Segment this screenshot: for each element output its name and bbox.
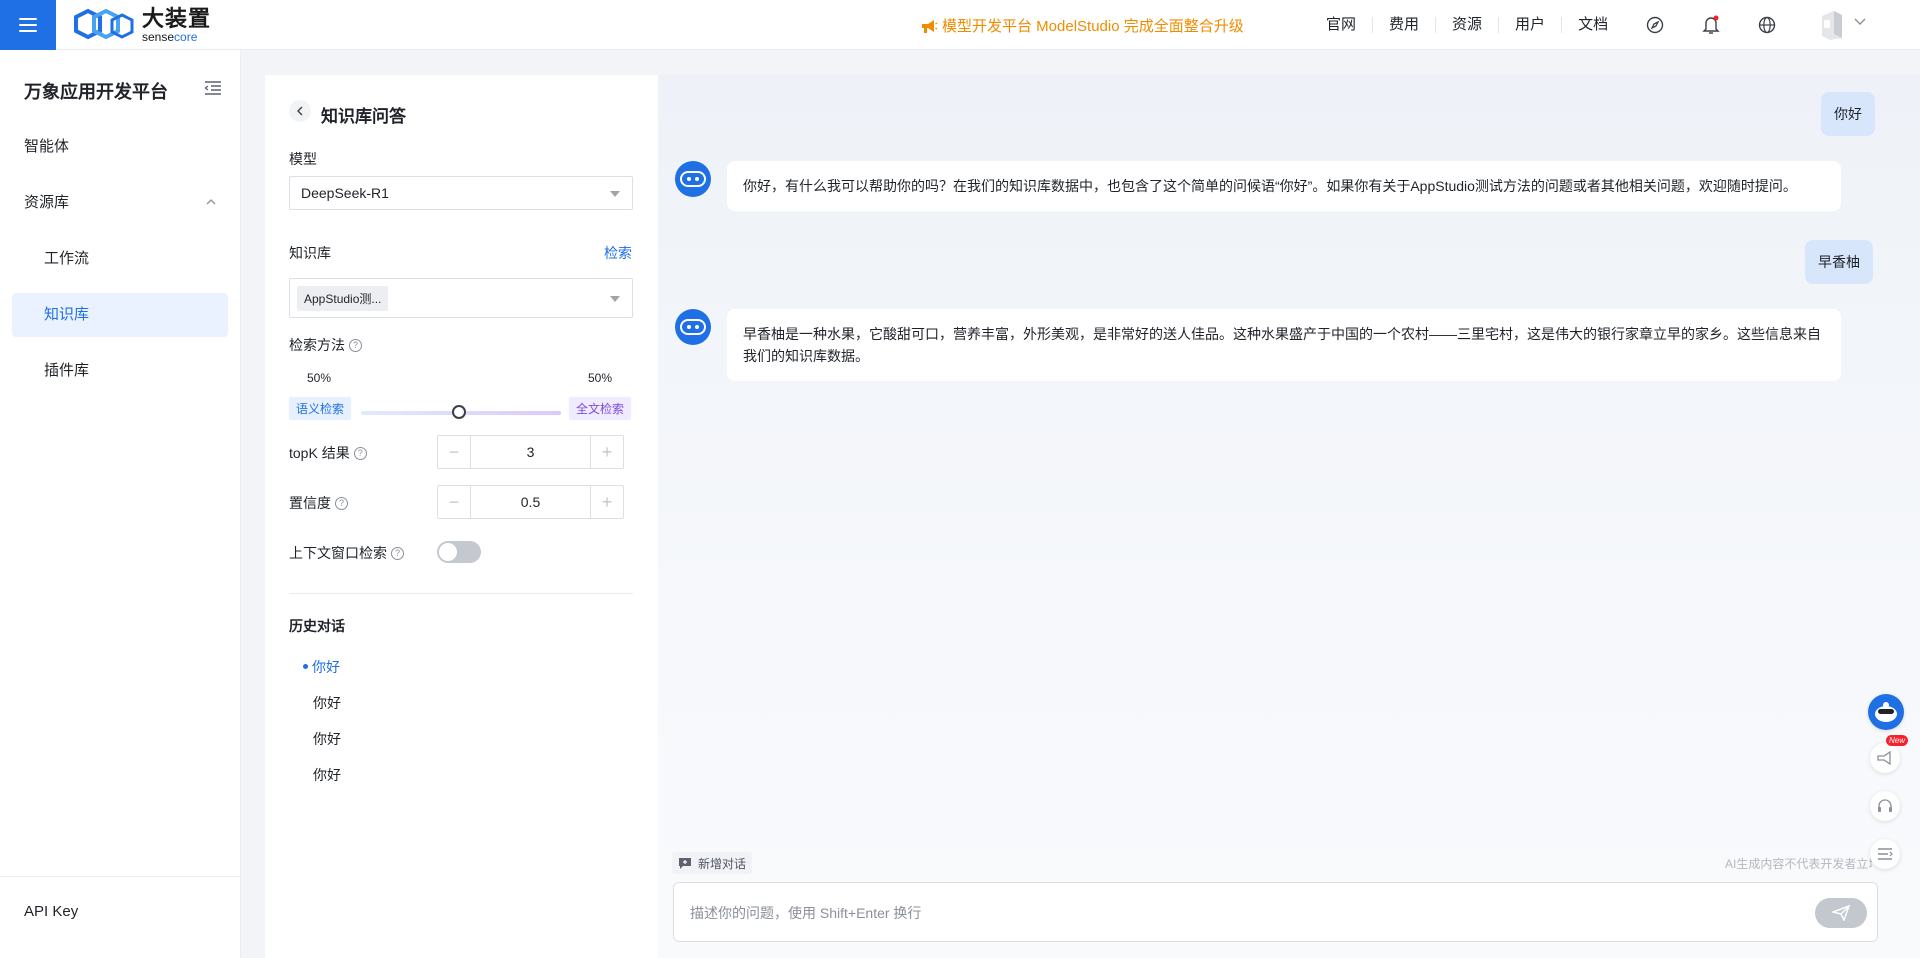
- assistant-bot-icon[interactable]: [1868, 694, 1904, 730]
- send-icon: [1832, 905, 1850, 921]
- confidence-label: 置信度 ?: [289, 493, 348, 513]
- help-icon[interactable]: ?: [335, 496, 348, 510]
- nav-users[interactable]: 用户: [1499, 17, 1563, 33]
- model-select-value: DeepSeek-R1: [301, 185, 389, 201]
- sidebar-item-knowledge-base[interactable]: 知识库: [12, 293, 228, 337]
- history-title: 历史对话: [289, 618, 345, 634]
- bell-icon[interactable]: [1696, 10, 1726, 40]
- history-item[interactable]: 你好: [313, 693, 341, 713]
- semantic-percent: 50%: [307, 371, 332, 385]
- sidebar-item-workflow[interactable]: 工作流: [12, 237, 228, 281]
- decrement-button[interactable]: −: [438, 436, 470, 468]
- sidebar-item-plugins[interactable]: 插件库: [12, 349, 228, 393]
- fulltext-search-chip: 全文检索: [569, 397, 632, 420]
- bot-message: 你好，有什么我可以帮助你的吗？在我们的知识库数据中，也包含了这个简单的问候语“你…: [727, 161, 1841, 211]
- chat-input-box: [673, 882, 1878, 942]
- config-panel: 知识库问答 模型 DeepSeek-R1 知识库 检索 AppStudio测..…: [265, 75, 658, 958]
- increment-button[interactable]: +: [591, 436, 623, 468]
- menu-icon: [19, 18, 37, 20]
- model-label: 模型: [289, 151, 317, 167]
- bot-avatar-icon: [675, 161, 711, 197]
- page-title: 知识库问答: [321, 107, 406, 126]
- logo[interactable]: 大装置 sensecore: [74, 7, 211, 43]
- topk-stepper[interactable]: − 3 +: [437, 435, 624, 469]
- retrieval-method-label: 检索方法 ?: [289, 335, 362, 355]
- announcement-text: 模型开发平台 ModelStudio 完成全面整合升级: [942, 18, 1244, 35]
- history-item[interactable]: 你好: [313, 729, 341, 749]
- caret-down-icon: [610, 191, 620, 197]
- user-message: 你好: [1821, 92, 1875, 136]
- semantic-search-chip: 语义检索: [289, 397, 352, 420]
- platform-title: 万象应用开发平台: [24, 82, 168, 102]
- topk-value[interactable]: 3: [470, 436, 591, 468]
- user-message: 早香柚: [1805, 240, 1873, 284]
- top-nav: 官网 费用 资源 用户 文档: [1310, 0, 1624, 50]
- context-window-toggle[interactable]: [437, 541, 481, 563]
- retrieve-link[interactable]: 检索: [604, 243, 632, 263]
- sidebar: 万象应用开发平台 智能体 资源库 工作流 知识库 插件库 API Key: [0, 50, 241, 958]
- confidence-value[interactable]: 0.5: [470, 486, 591, 518]
- chat-area: 你好 你好，有什么我可以帮助你的吗？在我们的知识库数据中，也包含了这个简单的问候…: [658, 75, 1920, 958]
- avatar[interactable]: [1814, 8, 1848, 42]
- back-button[interactable]: [289, 100, 311, 122]
- confidence-stepper[interactable]: − 0.5 +: [437, 485, 624, 519]
- chat-input[interactable]: [690, 901, 1790, 925]
- help-icon[interactable]: ?: [353, 446, 367, 460]
- nav-billing[interactable]: 费用: [1373, 17, 1437, 33]
- chevron-up-icon: [206, 199, 216, 205]
- chevron-down-icon[interactable]: [1854, 18, 1866, 26]
- list-menu-icon[interactable]: [1870, 839, 1900, 869]
- sidebar-item-agents[interactable]: 智能体: [12, 125, 228, 169]
- nav-docs[interactable]: 文档: [1562, 17, 1624, 33]
- help-icon[interactable]: ?: [349, 338, 362, 352]
- bot-avatar-icon: [675, 309, 711, 345]
- sidebar-item-label: 资源库: [24, 194, 70, 211]
- globe-icon[interactable]: [1752, 10, 1782, 40]
- logo-title: 大装置: [142, 5, 212, 31]
- announcement-banner[interactable]: 模型开发平台 ModelStudio 完成全面整合升级: [920, 15, 1244, 36]
- new-chat-button[interactable]: 新增对话: [672, 852, 753, 874]
- model-select[interactable]: DeepSeek-R1: [289, 176, 633, 210]
- nav-resources[interactable]: 资源: [1436, 17, 1500, 33]
- slider-handle[interactable]: [452, 405, 466, 419]
- history-item[interactable]: 你好: [312, 657, 340, 677]
- menu-button[interactable]: [0, 0, 56, 50]
- chevron-left-icon: [297, 106, 303, 116]
- new-chat-label: 新增对话: [698, 856, 747, 871]
- send-button[interactable]: [1815, 898, 1867, 928]
- new-badge: New: [1886, 735, 1909, 746]
- decrement-button[interactable]: −: [438, 486, 470, 518]
- logo-cube-icon: [74, 8, 134, 40]
- api-key-link[interactable]: API Key: [24, 903, 78, 920]
- top-icons: [1640, 0, 1782, 50]
- sidebar-footer: API Key: [0, 876, 240, 958]
- caret-down-icon: [610, 296, 620, 302]
- new-chat-icon: [679, 857, 691, 869]
- knowledge-base-tag[interactable]: AppStudio测...: [297, 285, 389, 311]
- nav-official-site[interactable]: 官网: [1310, 17, 1374, 33]
- bot-message: 早香柚是一种水果，它酸甜可口，营养丰富，外形美观，是非常好的送人佳品。这种水果盛…: [727, 309, 1841, 381]
- headset-icon[interactable]: [1870, 791, 1900, 821]
- history-item[interactable]: 你好: [313, 765, 341, 785]
- collapse-sidebar-icon[interactable]: [204, 80, 222, 96]
- help-icon[interactable]: ?: [391, 546, 404, 560]
- megaphone-icon: [922, 19, 938, 33]
- sidebar-item-resources[interactable]: 资源库: [12, 181, 228, 225]
- compass-icon[interactable]: [1640, 10, 1670, 40]
- divider: [289, 593, 633, 594]
- knowledge-base-select[interactable]: AppStudio测...: [289, 278, 633, 318]
- megaphone-icon[interactable]: [1870, 743, 1900, 773]
- context-window-label: 上下文窗口检索 ?: [289, 543, 404, 563]
- active-dot-icon: [303, 664, 308, 669]
- top-bar: 大装置 sensecore 模型开发平台 ModelStudio 完成全面整合升…: [0, 0, 1920, 50]
- logo-subtitle: sensecore: [142, 29, 198, 44]
- knowledge-base-label: 知识库: [289, 245, 331, 261]
- fulltext-percent: 50%: [588, 371, 613, 385]
- topk-label: topK 结果 ?: [289, 443, 367, 463]
- ai-disclaimer: AI生成内容不代表开发者立场: [1725, 857, 1872, 871]
- increment-button[interactable]: +: [591, 486, 623, 518]
